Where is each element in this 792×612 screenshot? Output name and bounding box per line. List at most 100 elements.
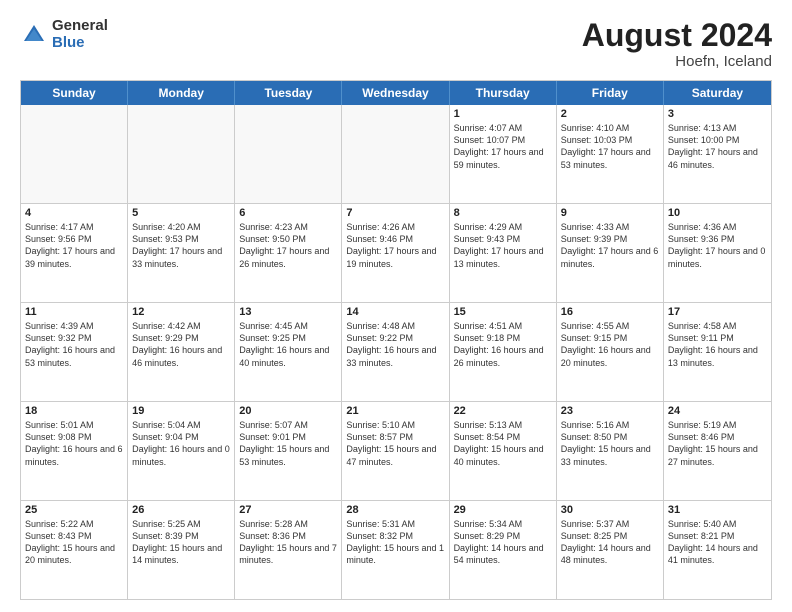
day-cell-15: 15 Sunrise: 4:51 AM Sunset: 9:18 PM Dayli…	[450, 303, 557, 401]
calendar-header: SundayMondayTuesdayWednesdayThursdayFrid…	[21, 81, 771, 105]
day-info: Sunrise: 4:23 AM Sunset: 9:50 PM Dayligh…	[239, 221, 337, 270]
day-info: Sunrise: 4:26 AM Sunset: 9:46 PM Dayligh…	[346, 221, 444, 270]
day-cell-20: 20 Sunrise: 5:07 AM Sunset: 9:01 PM Dayli…	[235, 402, 342, 500]
header-day-friday: Friday	[557, 81, 664, 105]
day-info: Sunrise: 4:42 AM Sunset: 9:29 PM Dayligh…	[132, 320, 230, 369]
header-day-sunday: Sunday	[21, 81, 128, 105]
day-cell-26: 26Sunrise: 5:25 AM Sunset: 8:39 PM Dayli…	[128, 501, 235, 599]
day-info: Sunrise: 5:31 AM Sunset: 8:32 PM Dayligh…	[346, 518, 444, 567]
day-number: 21	[346, 405, 444, 417]
day-number: 2	[561, 108, 659, 120]
day-cell-3: 3 Sunrise: 4:13 AM Sunset: 10:00 PM Dayli…	[664, 105, 771, 203]
day-cell-17: 17Sunrise: 4:58 AM Sunset: 9:11 PM Dayli…	[664, 303, 771, 401]
empty-cell	[235, 105, 342, 203]
day-cell-16: 16 Sunrise: 4:55 AM Sunset: 9:15 PM Dayli…	[557, 303, 664, 401]
day-cell-2: 2 Sunrise: 4:10 AM Sunset: 10:03 PM Dayli…	[557, 105, 664, 203]
day-cell-24: 24 Sunrise: 5:19 AM Sunset: 8:46 PM Dayli…	[664, 402, 771, 500]
calendar: SundayMondayTuesdayWednesdayThursdayFrid…	[20, 80, 772, 600]
day-cell-31: 31Sunrise: 5:40 AM Sunset: 8:21 PM Dayli…	[664, 501, 771, 599]
calendar-row-4: 18Sunrise: 5:01 AM Sunset: 9:08 PM Dayli…	[21, 402, 771, 501]
day-number: 29	[454, 504, 552, 516]
calendar-body: 1Sunrise: 4:07 AM Sunset: 10:07 PM Dayli…	[21, 105, 771, 599]
day-cell-1: 1Sunrise: 4:07 AM Sunset: 10:07 PM Dayli…	[450, 105, 557, 203]
day-number: 5	[132, 207, 230, 219]
logo-icon	[20, 21, 48, 49]
day-number: 13	[239, 306, 337, 318]
header-day-tuesday: Tuesday	[235, 81, 342, 105]
day-cell-7: 7 Sunrise: 4:26 AM Sunset: 9:46 PM Daylig…	[342, 204, 449, 302]
day-number: 3	[668, 108, 767, 120]
day-number: 25	[25, 504, 123, 516]
day-cell-30: 30 Sunrise: 5:37 AM Sunset: 8:25 PM Dayli…	[557, 501, 664, 599]
day-info: Sunrise: 4:07 AM Sunset: 10:07 PM Daylig…	[454, 122, 552, 171]
day-info: Sunrise: 5:10 AM Sunset: 8:57 PM Dayligh…	[346, 419, 444, 468]
day-number: 16	[561, 306, 659, 318]
day-info: Sunrise: 4:33 AM Sunset: 9:39 PM Dayligh…	[561, 221, 659, 270]
day-cell-18: 18Sunrise: 5:01 AM Sunset: 9:08 PM Dayli…	[21, 402, 128, 500]
logo: General Blue	[20, 18, 108, 51]
empty-cell	[128, 105, 235, 203]
day-info: Sunrise: 5:37 AM Sunset: 8:25 PM Dayligh…	[561, 518, 659, 567]
day-number: 10	[668, 207, 767, 219]
day-cell-6: 6Sunrise: 4:23 AM Sunset: 9:50 PM Daylig…	[235, 204, 342, 302]
day-cell-29: 29 Sunrise: 5:34 AM Sunset: 8:29 PM Dayli…	[450, 501, 557, 599]
day-cell-13: 13 Sunrise: 4:45 AM Sunset: 9:25 PM Dayli…	[235, 303, 342, 401]
day-info: Sunrise: 4:10 AM Sunset: 10:03 PM Daylig…	[561, 122, 659, 171]
day-number: 20	[239, 405, 337, 417]
day-info: Sunrise: 4:36 AM Sunset: 9:36 PM Dayligh…	[668, 221, 767, 270]
day-cell-22: 22Sunrise: 5:13 AM Sunset: 8:54 PM Dayli…	[450, 402, 557, 500]
day-number: 30	[561, 504, 659, 516]
day-info: Sunrise: 5:22 AM Sunset: 8:43 PM Dayligh…	[25, 518, 123, 567]
day-number: 19	[132, 405, 230, 417]
day-cell-8: 8Sunrise: 4:29 AM Sunset: 9:43 PM Daylig…	[450, 204, 557, 302]
day-cell-5: 5Sunrise: 4:20 AM Sunset: 9:53 PM Daylig…	[128, 204, 235, 302]
day-number: 14	[346, 306, 444, 318]
header-day-wednesday: Wednesday	[342, 81, 449, 105]
empty-cell	[21, 105, 128, 203]
day-cell-25: 25 Sunrise: 5:22 AM Sunset: 8:43 PM Dayli…	[21, 501, 128, 599]
day-info: Sunrise: 4:13 AM Sunset: 10:00 PM Daylig…	[668, 122, 767, 171]
day-number: 15	[454, 306, 552, 318]
day-info: Sunrise: 5:40 AM Sunset: 8:21 PM Dayligh…	[668, 518, 767, 567]
day-info: Sunrise: 5:07 AM Sunset: 9:01 PM Dayligh…	[239, 419, 337, 468]
day-cell-9: 9Sunrise: 4:33 AM Sunset: 9:39 PM Daylig…	[557, 204, 664, 302]
calendar-row-1: 1Sunrise: 4:07 AM Sunset: 10:07 PM Dayli…	[21, 105, 771, 204]
title-block: August 2024 Hoefn, Iceland	[582, 18, 772, 70]
day-cell-10: 10 Sunrise: 4:36 AM Sunset: 9:36 PM Dayli…	[664, 204, 771, 302]
day-info: Sunrise: 5:04 AM Sunset: 9:04 PM Dayligh…	[132, 419, 230, 468]
calendar-row-5: 25 Sunrise: 5:22 AM Sunset: 8:43 PM Dayli…	[21, 501, 771, 599]
empty-cell	[342, 105, 449, 203]
logo-text: General Blue	[52, 18, 108, 51]
header-day-monday: Monday	[128, 81, 235, 105]
day-info: Sunrise: 4:55 AM Sunset: 9:15 PM Dayligh…	[561, 320, 659, 369]
day-info: Sunrise: 5:25 AM Sunset: 8:39 PM Dayligh…	[132, 518, 230, 567]
day-number: 11	[25, 306, 123, 318]
day-number: 24	[668, 405, 767, 417]
day-info: Sunrise: 4:48 AM Sunset: 9:22 PM Dayligh…	[346, 320, 444, 369]
day-cell-27: 27Sunrise: 5:28 AM Sunset: 8:36 PM Dayli…	[235, 501, 342, 599]
day-info: Sunrise: 5:19 AM Sunset: 8:46 PM Dayligh…	[668, 419, 767, 468]
day-number: 8	[454, 207, 552, 219]
header: General Blue August 2024 Hoefn, Iceland	[20, 18, 772, 70]
day-cell-11: 11 Sunrise: 4:39 AM Sunset: 9:32 PM Dayli…	[21, 303, 128, 401]
day-number: 7	[346, 207, 444, 219]
day-cell-28: 28Sunrise: 5:31 AM Sunset: 8:32 PM Dayli…	[342, 501, 449, 599]
day-info: Sunrise: 5:13 AM Sunset: 8:54 PM Dayligh…	[454, 419, 552, 468]
day-cell-14: 14 Sunrise: 4:48 AM Sunset: 9:22 PM Dayli…	[342, 303, 449, 401]
calendar-row-2: 4Sunrise: 4:17 AM Sunset: 9:56 PM Daylig…	[21, 204, 771, 303]
logo-blue-text: Blue	[52, 35, 108, 52]
day-cell-21: 21 Sunrise: 5:10 AM Sunset: 8:57 PM Dayli…	[342, 402, 449, 500]
day-number: 17	[668, 306, 767, 318]
day-cell-4: 4Sunrise: 4:17 AM Sunset: 9:56 PM Daylig…	[21, 204, 128, 302]
calendar-row-3: 11 Sunrise: 4:39 AM Sunset: 9:32 PM Dayli…	[21, 303, 771, 402]
day-info: Sunrise: 4:39 AM Sunset: 9:32 PM Dayligh…	[25, 320, 123, 369]
day-info: Sunrise: 4:45 AM Sunset: 9:25 PM Dayligh…	[239, 320, 337, 369]
day-number: 4	[25, 207, 123, 219]
month-year-title: August 2024	[582, 18, 772, 53]
day-number: 18	[25, 405, 123, 417]
day-info: Sunrise: 5:16 AM Sunset: 8:50 PM Dayligh…	[561, 419, 659, 468]
day-info: Sunrise: 5:34 AM Sunset: 8:29 PM Dayligh…	[454, 518, 552, 567]
day-number: 12	[132, 306, 230, 318]
day-info: Sunrise: 4:51 AM Sunset: 9:18 PM Dayligh…	[454, 320, 552, 369]
day-cell-23: 23Sunrise: 5:16 AM Sunset: 8:50 PM Dayli…	[557, 402, 664, 500]
